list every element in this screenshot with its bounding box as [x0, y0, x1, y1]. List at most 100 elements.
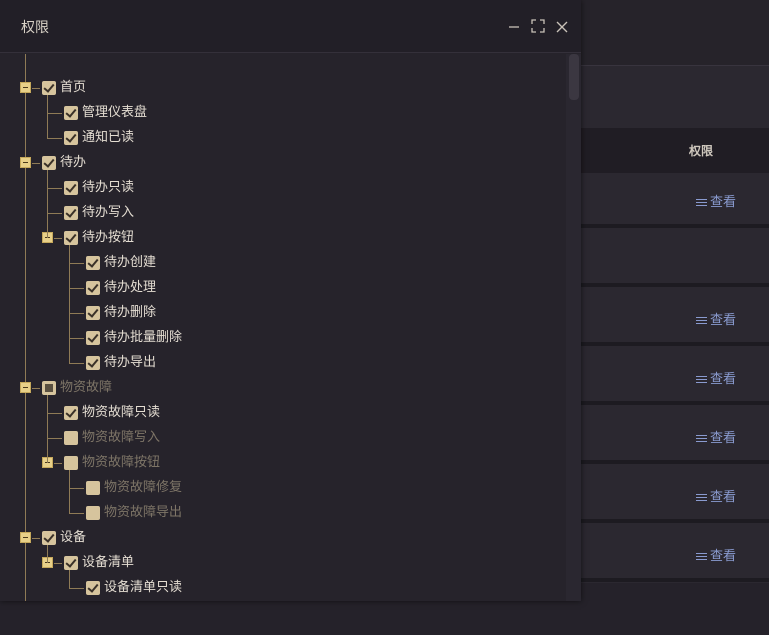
dialog-title: 权限	[21, 20, 49, 36]
permission-label[interactable]: 待办批量删除	[104, 330, 182, 346]
permission-checkbox[interactable]	[64, 431, 78, 445]
permission-checkbox[interactable]	[86, 256, 100, 270]
minimize-icon[interactable]	[506, 17, 522, 35]
permission-label[interactable]: 设备	[60, 530, 86, 546]
permission-checkbox[interactable]	[86, 281, 100, 295]
permissions-dialog: 权限 首页管理仪表盘通知已读待办待办只读待办写入待办按钮待办创建待办处理待办删除…	[0, 0, 581, 601]
view-link[interactable]: 查看	[696, 368, 736, 387]
view-link-label: 查看	[710, 549, 737, 564]
permission-checkbox[interactable]	[86, 481, 100, 495]
permission-label[interactable]: 待办按钮	[82, 230, 134, 246]
view-link[interactable]: 查看	[696, 191, 736, 210]
view-link-label: 查看	[710, 195, 737, 210]
permission-checkbox[interactable]	[64, 556, 78, 570]
permission-checkbox[interactable]	[64, 456, 78, 470]
view-link[interactable]: 查看	[696, 545, 736, 564]
tree-connector	[69, 263, 84, 264]
permission-label[interactable]: 管理仪表盘	[82, 105, 147, 121]
list-icon	[696, 197, 707, 208]
tree-connector	[69, 363, 84, 364]
tree-guide-line	[69, 470, 70, 513]
tree-connector	[47, 188, 62, 189]
permission-label[interactable]: 待办删除	[104, 305, 156, 321]
permission-checkbox[interactable]	[64, 181, 78, 195]
tree-connector	[54, 563, 62, 564]
tree-connector	[32, 538, 40, 539]
tree-connector	[69, 313, 84, 314]
permission-label[interactable]: 物资故障导出	[104, 505, 182, 521]
permission-checkbox[interactable]	[64, 406, 78, 420]
tree-guide-line	[47, 545, 48, 563]
permission-label[interactable]: 待办处理	[104, 280, 156, 296]
permission-checkbox[interactable]	[86, 506, 100, 520]
tree-guide-line	[47, 95, 48, 138]
permission-label[interactable]: 待办只读	[82, 180, 134, 196]
list-icon	[696, 374, 707, 385]
permission-checkbox[interactable]	[64, 131, 78, 145]
tree-guide-line	[69, 245, 70, 363]
permission-checkbox[interactable]	[42, 81, 56, 95]
tree-guide-line	[47, 170, 48, 238]
permission-checkbox[interactable]	[64, 106, 78, 120]
close-icon[interactable]	[554, 17, 570, 35]
tree-connector	[47, 438, 62, 439]
permission-label[interactable]: 待办导出	[104, 355, 156, 371]
permission-label[interactable]: 设备清单	[82, 555, 134, 571]
tree-connector	[69, 288, 84, 289]
permission-label[interactable]: 物资故障写入	[82, 430, 160, 446]
tree-connector	[32, 88, 40, 89]
tree-connector	[54, 238, 62, 239]
tree-connector	[47, 113, 62, 114]
view-link[interactable]: 查看	[696, 309, 736, 328]
tree-connector	[47, 213, 62, 214]
permission-checkbox[interactable]	[86, 331, 100, 345]
permission-label[interactable]: 物资故障只读	[82, 405, 160, 421]
permission-checkbox[interactable]	[86, 581, 100, 595]
permission-label[interactable]: 待办	[60, 155, 86, 171]
view-link-label: 查看	[710, 372, 737, 387]
tree-root-guide-line	[25, 54, 26, 601]
collapse-toggle-icon[interactable]	[20, 532, 31, 543]
tree-connector	[69, 588, 84, 589]
tree-connector	[54, 463, 62, 464]
view-link[interactable]: 查看	[696, 486, 736, 505]
permission-label[interactable]: 物资故障	[60, 380, 112, 396]
permission-checkbox[interactable]	[42, 381, 56, 395]
permission-checkbox[interactable]	[86, 356, 100, 370]
list-icon	[696, 315, 707, 326]
view-link-label: 查看	[710, 313, 737, 328]
list-icon	[696, 492, 707, 503]
permission-label[interactable]: 首页	[60, 80, 86, 96]
permission-label[interactable]: 通知已读	[82, 130, 134, 146]
tree-guide-line	[47, 395, 48, 463]
permission-checkbox[interactable]	[42, 156, 56, 170]
tree-connector	[32, 388, 40, 389]
collapse-toggle-icon[interactable]	[20, 382, 31, 393]
tree-connector	[32, 163, 40, 164]
fullscreen-icon[interactable]	[530, 17, 546, 35]
view-link-label: 查看	[710, 490, 737, 505]
permission-label[interactable]: 设备清单只读	[104, 580, 182, 596]
tree-connector	[69, 513, 84, 514]
tree-connector	[47, 413, 62, 414]
permission-checkbox[interactable]	[64, 206, 78, 220]
permission-label[interactable]: 待办写入	[82, 205, 134, 221]
permission-label[interactable]: 待办创建	[104, 255, 156, 271]
dialog-header: 权限	[0, 0, 581, 53]
tree-guide-line	[69, 570, 70, 588]
permission-checkbox[interactable]	[86, 306, 100, 320]
view-link[interactable]: 查看	[696, 427, 736, 446]
scrollbar-thumb[interactable]	[569, 54, 579, 100]
tree-connector	[47, 138, 62, 139]
collapse-toggle-icon[interactable]	[20, 82, 31, 93]
collapse-toggle-icon[interactable]	[20, 157, 31, 168]
permission-tree-panel: 首页管理仪表盘通知已读待办待办只读待办写入待办按钮待办创建待办处理待办删除待办批…	[0, 54, 581, 601]
column-header-permissions: 权限	[689, 144, 714, 158]
permission-label[interactable]: 物资故障按钮	[82, 455, 160, 471]
permission-label[interactable]: 物资故障修复	[104, 480, 182, 496]
list-icon	[696, 433, 707, 444]
scrollbar-track[interactable]	[566, 54, 581, 601]
view-link-label: 查看	[710, 431, 737, 446]
permission-checkbox[interactable]	[64, 231, 78, 245]
permission-checkbox[interactable]	[42, 531, 56, 545]
